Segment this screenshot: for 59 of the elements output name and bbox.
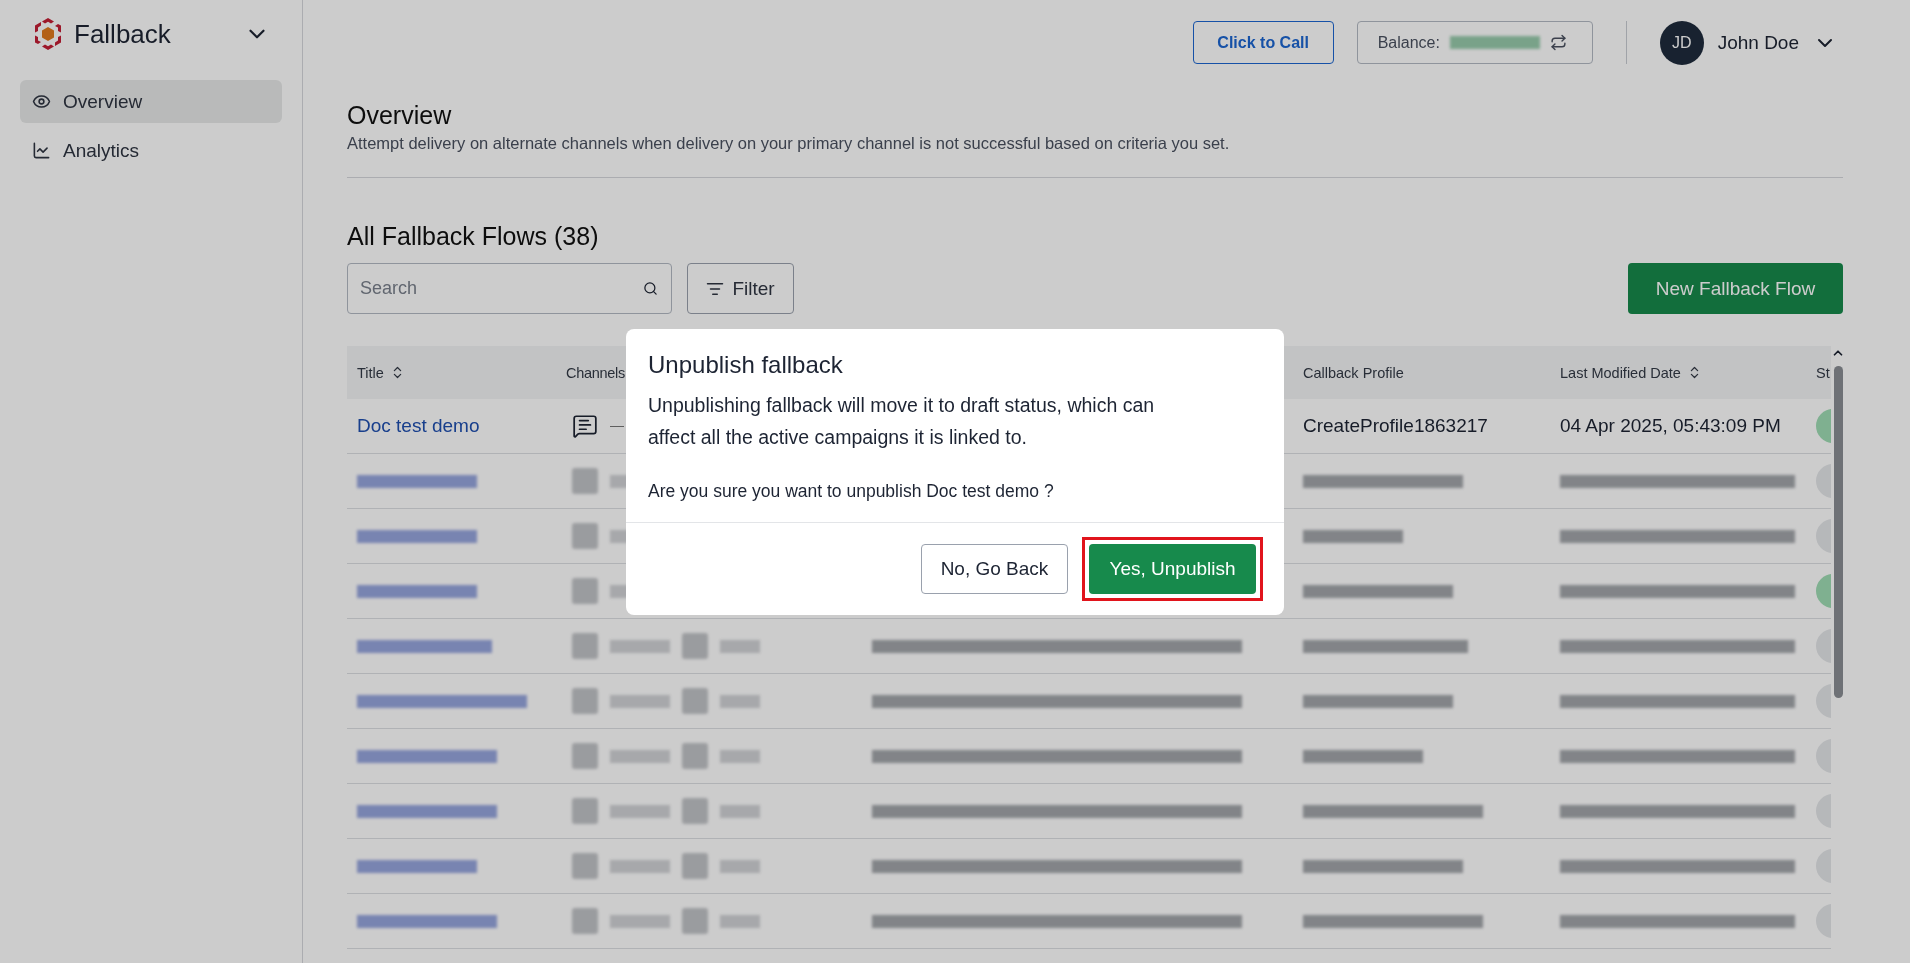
blurred-icon <box>572 853 598 879</box>
column-header: Channels <box>566 364 625 381</box>
blurred-text <box>720 749 760 763</box>
unpublish-button[interactable]: Yes, Unpublish <box>1089 544 1256 594</box>
blurred-icon <box>572 688 598 714</box>
blurred-text <box>610 694 670 708</box>
blurred-text <box>720 694 760 708</box>
blurred-icon <box>572 633 598 659</box>
column-header: Last Modified Date <box>1560 364 1681 381</box>
blurred-text <box>720 639 760 653</box>
blurred-icon <box>572 743 598 769</box>
column-header: St <box>1816 364 1830 381</box>
blurred-icon <box>682 688 708 714</box>
blurred-icon <box>682 908 708 934</box>
new-flow-button[interactable]: New Fallback Flow <box>1628 263 1843 314</box>
table-cell: 04 Apr 2025, 05:43:09 PM <box>1560 415 1781 437</box>
section-title: All Fallback Flows (38) <box>347 222 600 251</box>
nav-item[interactable]: Analytics <box>20 129 282 172</box>
blurred-icon <box>682 798 708 824</box>
page-description: Attempt delivery on alternate channels when delivery on your primary channel is not successful based on criteria you set. <box>347 134 1231 153</box>
blurred-text <box>610 639 670 653</box>
blurred-text <box>720 859 760 873</box>
search-icon <box>643 281 658 296</box>
cancel-button[interactable]: No, Go Back <box>921 544 1068 594</box>
line-chart-icon <box>32 141 51 160</box>
dialog-message: Unpublishing fallback will move it to draft status, which can affect all the active campaigns it is linked to. <box>648 393 1156 450</box>
blurred-text <box>610 804 670 818</box>
blurred-icon <box>572 523 598 549</box>
repeat-icon[interactable] <box>1549 34 1567 51</box>
logo-icon <box>32 17 64 51</box>
blurred-icon <box>682 743 708 769</box>
blurred-icon <box>682 633 708 659</box>
app-name: Fallback <box>74 18 172 50</box>
blurred-icon <box>572 578 598 604</box>
blurred-text <box>720 804 760 818</box>
nav-item[interactable]: Overview <box>20 80 282 123</box>
filter-button[interactable]: Filter <box>687 263 794 314</box>
flow-title-link[interactable]: Doc test demo <box>357 415 480 437</box>
page-title: Overview <box>347 101 453 130</box>
eye-icon <box>32 92 51 111</box>
search-field[interactable]: Search <box>347 263 672 314</box>
chat-icon <box>572 413 598 439</box>
user-name: John Doe <box>1717 31 1799 54</box>
blurred-icon <box>572 908 598 934</box>
blurred-text <box>610 859 670 873</box>
call-button[interactable]: Click to Call <box>1192 21 1334 64</box>
dialog-title: Unpublish fallback <box>648 351 844 379</box>
blurred-text <box>610 914 670 928</box>
blurred-text <box>610 749 670 763</box>
table-cell: CreateProfile1863217 <box>1303 415 1488 437</box>
blurred-icon <box>572 798 598 824</box>
user-avatar[interactable]: JD <box>1659 20 1704 65</box>
balance-label: Balance: <box>1377 33 1440 52</box>
blurred-text <box>720 914 760 928</box>
dialog-question: Are you sure you want to unpublish Doc test demo ? <box>648 481 1055 502</box>
column-header: Title <box>357 364 384 381</box>
column-header: Callback Profile <box>1303 364 1404 381</box>
blurred-icon <box>572 468 598 494</box>
blurred-icon <box>682 853 708 879</box>
